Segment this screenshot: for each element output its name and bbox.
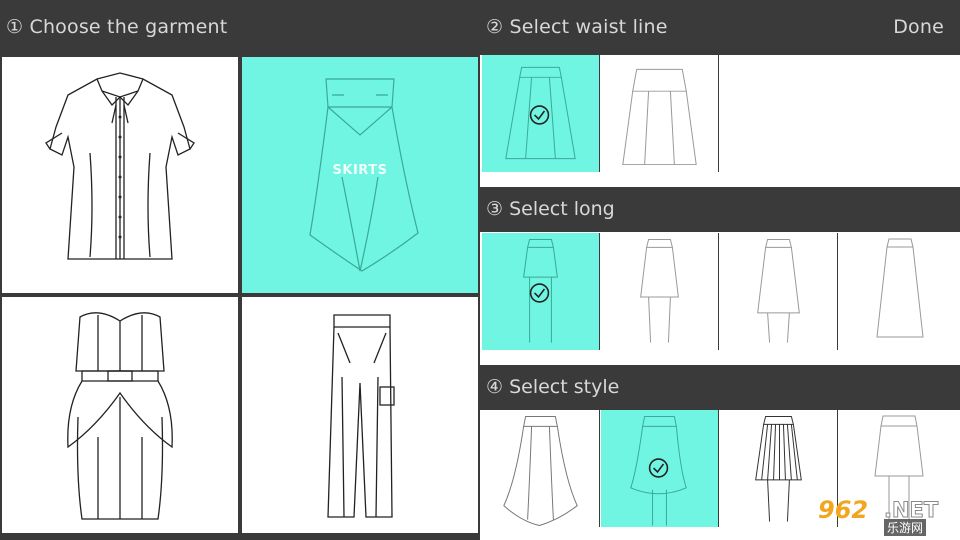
check-icon: [648, 458, 669, 478]
style-option-1[interactable]: [482, 410, 600, 527]
watermark-number: 962: [818, 496, 869, 524]
garment-panel: ① Choose the garment SKIRTS: [0, 0, 480, 540]
garment-tile-skirts[interactable]: SKIRTS: [242, 57, 478, 293]
waist-skirt-1: [505, 66, 576, 160]
waist-option-2[interactable]: [601, 55, 719, 172]
watermark-logo: 962 .NET 乐游网: [818, 496, 954, 536]
choose-garment-header: ① Choose the garment: [0, 0, 480, 55]
style-skirt-2: [630, 415, 687, 526]
long-option-3[interactable]: [720, 233, 838, 350]
style-option-2[interactable]: [601, 410, 719, 527]
long-skirt-4: [876, 238, 924, 338]
options-panel: ② Select waist line Done ③ Select long ④…: [480, 0, 960, 540]
check-icon: [529, 283, 550, 303]
garment-tile-blouse[interactable]: [2, 57, 238, 293]
garment-tile-pants[interactable]: [242, 297, 478, 533]
long-option-2[interactable]: [601, 233, 719, 350]
select-long-header: ③ Select long: [480, 187, 960, 232]
waist-option-1[interactable]: [482, 55, 600, 172]
long-skirt-2: [640, 238, 679, 343]
long-skirt-3: [757, 238, 800, 343]
dress-drawing: [67, 312, 173, 520]
waist-line-header: ② Select waist line Done: [480, 0, 960, 55]
done-button[interactable]: Done: [893, 0, 944, 55]
long-option-1[interactable]: [482, 233, 600, 350]
long-option-4[interactable]: [839, 233, 960, 350]
skirts-label: SKIRTS: [332, 163, 388, 178]
watermark-cn: 乐游网: [884, 519, 927, 536]
garment-tile-dress[interactable]: [2, 297, 238, 533]
select-style-header: ④ Select style: [480, 365, 960, 410]
waist-line-title: ② Select waist line: [486, 16, 668, 38]
check-icon: [529, 105, 550, 125]
blouse-drawing: [45, 72, 195, 260]
long-skirt-1: [523, 238, 558, 343]
waist-skirt-2: [622, 68, 697, 166]
pants-drawing: [327, 314, 395, 518]
style-skirt-1: [503, 415, 578, 527]
